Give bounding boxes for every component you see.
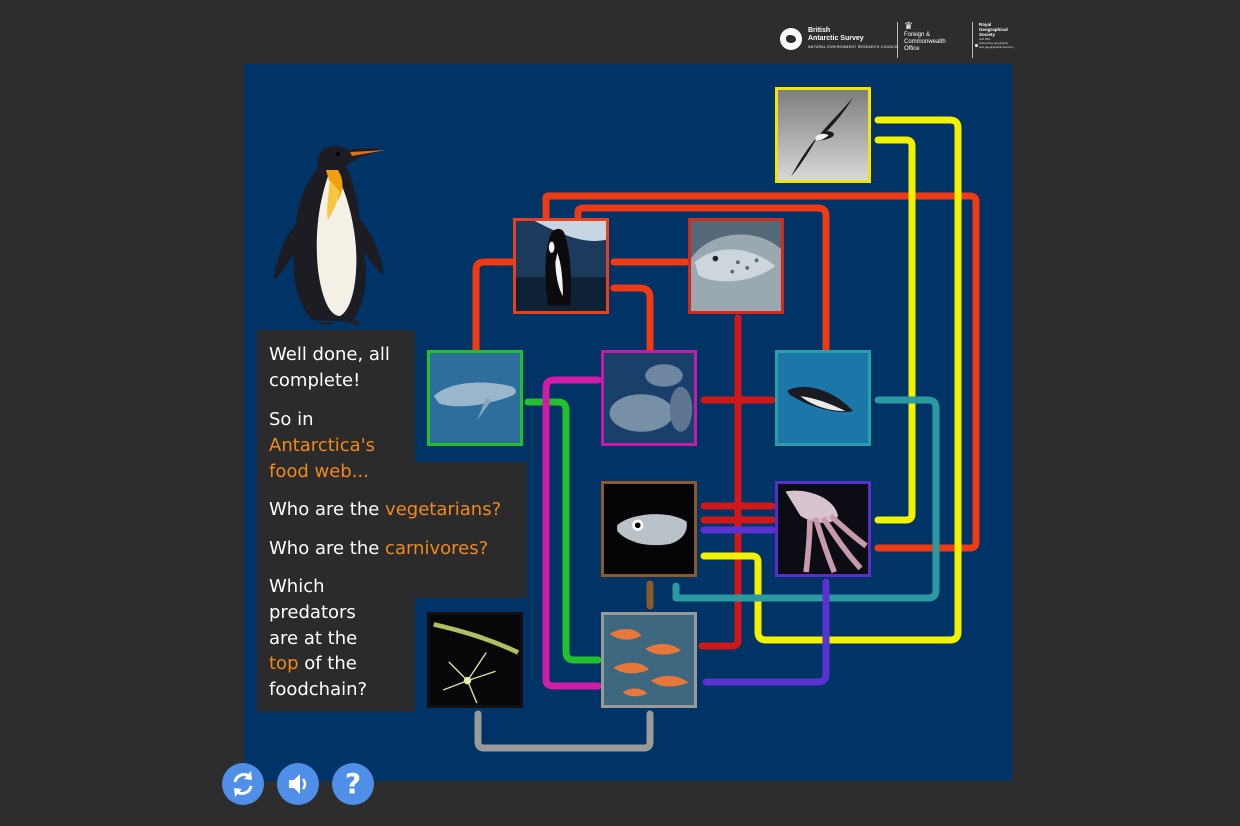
fco-logo-name: Foreign & Commonwealth Office — [904, 32, 946, 52]
message-line: So in — [269, 409, 314, 430]
blue-whale-tile[interactable] — [427, 350, 523, 446]
question-highlight: vegetarians? — [385, 499, 502, 520]
message-line: predators — [269, 602, 356, 623]
restart-button[interactable] — [222, 763, 264, 805]
bas-logo-subtitle: NATURAL ENVIRONMENT RESEARCH COUNCIL — [808, 45, 899, 49]
question-highlight: carnivores? — [385, 538, 489, 559]
message-highlight: food web... — [269, 461, 369, 482]
bas-logo-name: British Antarctic Survey — [808, 27, 864, 42]
swimming-penguin-tile[interactable] — [775, 350, 871, 446]
crabeater-seals-tile[interactable] — [601, 350, 697, 446]
king-penguin-image — [268, 140, 394, 332]
leopard-seal-tile[interactable] — [688, 218, 784, 314]
question-highlight: top — [269, 653, 299, 674]
bas-emblem-icon — [780, 28, 802, 50]
fco-logo: ♛ Foreign & Commonwealth Office — [897, 22, 974, 58]
question-text: of the — [298, 653, 357, 674]
phytoplankton-tile[interactable] — [427, 612, 523, 708]
refresh-icon — [233, 771, 253, 797]
squid-tile[interactable] — [775, 481, 871, 577]
fish-tile[interactable] — [601, 481, 697, 577]
krill-tile[interactable] — [601, 612, 697, 708]
british-antarctic-survey-logo: British Antarctic Survey NATURAL ENVIRON… — [780, 26, 898, 54]
question-text: Who are the — [269, 538, 386, 559]
crown-crest-icon: ♛ — [904, 21, 913, 32]
speaker-icon — [289, 774, 307, 794]
albatross-tile[interactable] — [775, 87, 871, 183]
message-line: Well done, all — [269, 344, 390, 365]
question-vegetarians: Who are the vegetarians? — [269, 497, 501, 523]
rgs-logo-subtitle: with IBG Advancing geography and geograp… — [979, 37, 1014, 49]
message-line: Which — [269, 576, 325, 597]
sound-button[interactable] — [277, 763, 319, 805]
rgs-dot-icon — [975, 44, 978, 47]
orca-tile[interactable] — [513, 218, 609, 314]
question-text: Who are the — [269, 499, 386, 520]
rgs-logo: Royal Geographical Society with IBG Adva… — [972, 22, 1023, 58]
question-carnivores: Who are the carnivores? — [269, 536, 488, 562]
rgs-logo-name: Royal Geographical Society — [979, 22, 1008, 37]
help-button[interactable]: ? — [332, 763, 374, 805]
message-line: complete! — [269, 370, 361, 391]
question-top-predators: top of the — [269, 651, 357, 677]
message-line: are at the — [269, 628, 358, 649]
message-highlight: Antarctica's — [269, 435, 376, 456]
message-line: foodchain? — [269, 679, 368, 700]
